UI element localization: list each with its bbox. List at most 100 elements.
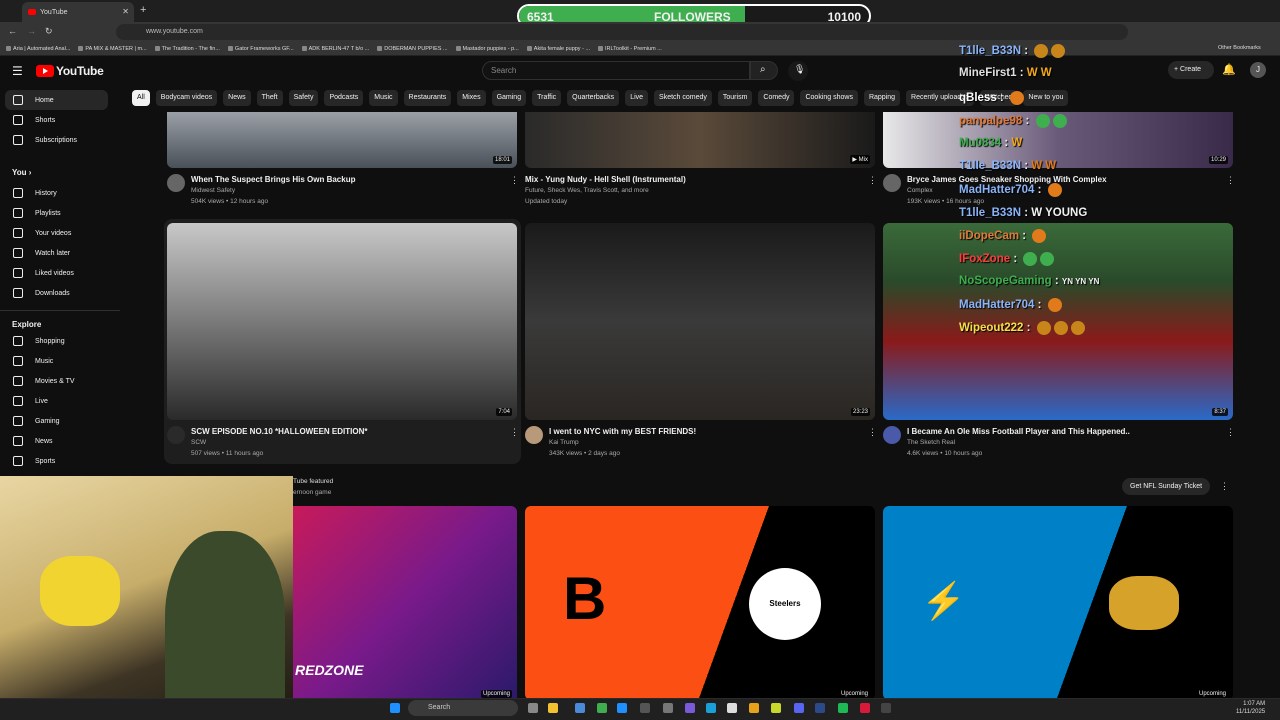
sidebar-item-home[interactable]: Home	[5, 90, 108, 110]
xbox-icon[interactable]	[597, 703, 607, 713]
sidebar-item-live[interactable]: Live	[5, 391, 108, 411]
channel-name[interactable]: Kai Trump	[549, 439, 579, 446]
account-avatar[interactable]: J	[1250, 62, 1266, 78]
sidebar-item-playlists[interactable]: Playlists	[5, 203, 108, 223]
chip[interactable]: Gaming	[491, 90, 527, 106]
voice-search-button[interactable]: 🎙	[788, 61, 808, 81]
app-icon[interactable]	[881, 703, 891, 713]
chip[interactable]: Safety	[288, 90, 319, 106]
bookmark-item[interactable]: Aria | Automated Anal...	[6, 46, 70, 52]
chip[interactable]: Quarterbacks	[567, 90, 620, 106]
channel-avatar[interactable]	[883, 174, 901, 192]
sidebar-item-sports[interactable]: Sports	[5, 451, 108, 471]
channel-avatar[interactable]	[525, 426, 543, 444]
video-title[interactable]: Mix - Yung Nudy - Hell Shell (Instrument…	[525, 175, 686, 184]
forward-icon[interactable]: →	[27, 26, 36, 36]
channel-avatar[interactable]	[883, 426, 901, 444]
chip[interactable]: Podcasts	[324, 90, 364, 106]
search-button[interactable]: ⌕	[750, 61, 778, 80]
video-thumbnail[interactable]: 7:04	[167, 223, 517, 420]
app-icon[interactable]	[860, 703, 870, 713]
bookmark-item[interactable]: The Tradition - The fin...	[154, 46, 220, 52]
video-thumbnail[interactable]: 23:23	[525, 223, 875, 420]
get-nfl-sunday-ticket-button[interactable]: Get NFL Sunday Ticket	[1122, 478, 1211, 495]
sidebar-item-movies-tv[interactable]: Movies & TV	[5, 371, 108, 391]
sidebar-item-liked-videos[interactable]: Liked videos	[5, 263, 108, 283]
app-icon[interactable]	[727, 703, 737, 713]
sidebar-item-your-videos[interactable]: Your videos	[5, 223, 108, 243]
channel-avatar[interactable]	[167, 174, 185, 192]
chip[interactable]: Music	[369, 90, 398, 106]
sidebar-item-music[interactable]: Music	[5, 351, 108, 371]
app-icon[interactable]	[663, 703, 673, 713]
channel-name[interactable]: Midwest Safety	[191, 187, 235, 194]
task-view-icon[interactable]	[528, 703, 538, 713]
featured-thumbnail-chargers-jaguars[interactable]: ⚡ Upcoming	[883, 506, 1233, 700]
video-title[interactable]: I went to NYC with my BEST FRIENDS!	[549, 427, 696, 436]
chip[interactable]: Restaurants	[403, 90, 452, 106]
featured-thumbnail-bengals-steelers[interactable]: B Steelers Upcoming	[525, 506, 875, 700]
sidebar-item-watch-later[interactable]: Watch later	[5, 243, 108, 263]
sidebar-heading-you[interactable]: You ›	[12, 168, 31, 177]
new-tab-icon[interactable]: +	[140, 4, 146, 16]
taskbar-clock[interactable]: 1:07 AM 11/11/2025	[1236, 700, 1265, 716]
app-icon[interactable]	[575, 703, 585, 713]
channel-name[interactable]: SCW	[191, 439, 206, 446]
video-title[interactable]: When The Suspect Brings His Own Backup	[191, 175, 355, 184]
sidebar-item-history[interactable]: History	[5, 183, 108, 203]
youtube-logo-text[interactable]: YouTube	[56, 64, 104, 78]
chip[interactable]: Live	[625, 90, 649, 106]
chip[interactable]: Tourism	[717, 90, 753, 106]
sidebar-item-downloads[interactable]: Downloads	[5, 283, 108, 303]
sidebar-item-subscriptions[interactable]: Subscriptions	[5, 130, 108, 150]
create-button[interactable]: + Create	[1168, 61, 1214, 79]
browser-tab-youtube[interactable]: YouTube ✕	[22, 2, 134, 22]
youtube-logo-icon[interactable]	[36, 65, 54, 77]
chip[interactable]: Theft	[256, 90, 283, 106]
other-bookmarks[interactable]: Other Bookmarks	[1218, 45, 1261, 51]
bookmark-item[interactable]: DOBERMAN PUPPIES ...	[377, 46, 448, 52]
chip[interactable]: Cooking shows	[800, 90, 858, 106]
bookmark-item[interactable]: Gator Frameworks GF...	[227, 46, 294, 52]
more-options-icon[interactable]: ⋮	[510, 175, 519, 186]
chip[interactable]: News	[223, 90, 251, 106]
menu-icon[interactable]: ☰	[12, 64, 23, 78]
channel-name[interactable]: The Sketch Real	[907, 439, 955, 446]
spotify-icon[interactable]	[838, 703, 848, 713]
sidebar-item-news[interactable]: News	[5, 431, 108, 451]
sidebar-item-shopping[interactable]: Shopping	[5, 331, 108, 351]
taskbar-search[interactable]: Search	[408, 700, 518, 716]
notifications-bell-icon[interactable]: 🔔	[1222, 63, 1236, 76]
reload-icon[interactable]: ↻	[45, 26, 53, 37]
more-options-icon[interactable]: ⋮	[868, 175, 877, 186]
chip[interactable]: Comedy	[758, 90, 795, 106]
chip[interactable]: Sketch comedy	[654, 90, 712, 106]
more-options-icon[interactable]: ⋮	[1220, 481, 1229, 492]
video-thumbnail[interactable]: 18:01	[167, 112, 517, 168]
close-tab-icon[interactable]: ✕	[122, 7, 129, 16]
video-title[interactable]: SCW EPISODE NO.10 *HALLOWEEN EDITION*	[191, 427, 367, 436]
sidebar-item-gaming[interactable]: Gaming	[5, 411, 108, 431]
channel-avatar[interactable]	[167, 426, 185, 444]
channel-name[interactable]: Complex	[907, 187, 933, 194]
chrome-icon[interactable]	[749, 703, 759, 713]
chip[interactable]: Traffic	[532, 90, 562, 106]
windows-start-icon[interactable]	[390, 703, 400, 713]
steam-icon[interactable]	[815, 703, 825, 713]
discord-icon[interactable]	[794, 703, 804, 713]
address-bar[interactable]: www.youtube.com	[116, 24, 1128, 40]
app-icon[interactable]	[640, 703, 650, 713]
file-explorer-icon[interactable]	[548, 703, 558, 713]
chip-all[interactable]: All	[132, 90, 150, 106]
app-icon[interactable]	[617, 703, 627, 713]
more-options-icon[interactable]: ⋮	[1226, 427, 1235, 438]
video-thumbnail[interactable]: ▶ Mix	[525, 112, 875, 168]
featured-thumbnail-redzone[interactable]: REDZONE Upcoming	[293, 506, 517, 700]
more-options-icon[interactable]: ⋮	[1226, 175, 1235, 186]
chip[interactable]: New to you	[1023, 90, 1069, 106]
bookmark-item[interactable]: Mastador puppies - p...	[455, 46, 519, 52]
more-options-icon[interactable]: ⋮	[868, 427, 877, 438]
bookmark-item[interactable]: ADK BERLIN-47 T b/o ...	[301, 46, 369, 52]
bookmark-item[interactable]: Akita female puppy - ...	[526, 46, 590, 52]
bookmark-item[interactable]: PA MIX & MASTER | m...	[78, 46, 147, 52]
